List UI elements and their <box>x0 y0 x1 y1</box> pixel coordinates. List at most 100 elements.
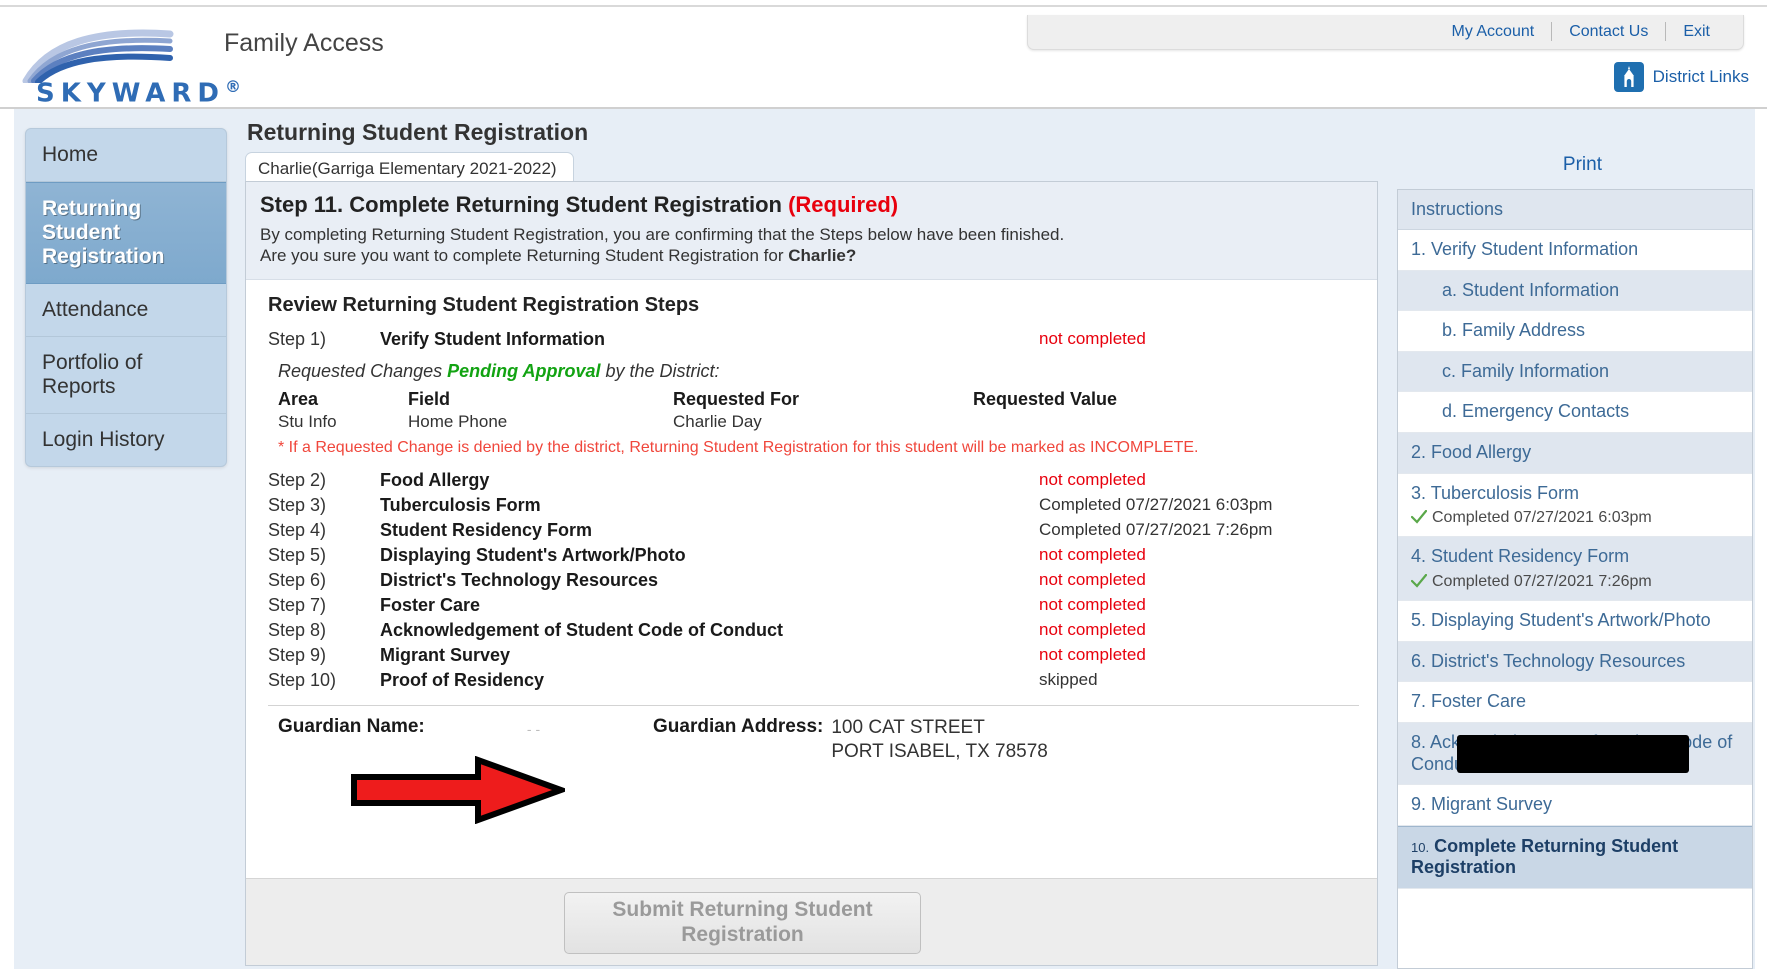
column-header-area: Area <box>278 388 319 409</box>
guardian-name-value: - - <box>523 720 544 737</box>
instructions-item-current[interactable]: 10. Complete Returning Student Registrat… <box>1398 825 1752 889</box>
step-name: Acknowledgement of Student Code of Condu… <box>380 619 783 640</box>
sidebar-item-portfolio-of-reports[interactable]: Portfolio of Reports <box>26 337 226 414</box>
step-name: Student Residency Form <box>380 519 593 540</box>
instructions-item-completed: Completed 07/27/2021 7:26pm <box>1411 572 1739 591</box>
instructions-item-3[interactable]: b. Family Address <box>1398 311 1752 352</box>
step-number: Step 7) <box>268 594 327 615</box>
instructions-item-label: 2. Food Allergy <box>1411 441 1532 462</box>
sidebar-item-home[interactable]: Home <box>26 129 226 182</box>
print-link[interactable]: Print <box>1563 154 1602 176</box>
account-links: My Account Contact Us Exit <box>1434 22 1727 41</box>
denied-change-note: * If a Requested Change is denied by the… <box>278 438 1199 456</box>
instructions-item-6[interactable]: 2. Food Allergy <box>1398 432 1752 474</box>
instructions-item-label: 1. Verify Student Information <box>1411 239 1639 259</box>
step-status: skipped <box>1039 669 1098 689</box>
table-row: Step 7) Foster Care not completed <box>268 593 1359 618</box>
step-status: not completed <box>1039 569 1146 589</box>
instructions-item-label: c. Family Information <box>1442 360 1610 381</box>
instructions-item-5[interactable]: d. Emergency Contacts <box>1398 392 1752 433</box>
guardian-address-line-2: PORT ISABEL, TX 78578 <box>831 740 1048 762</box>
table-row: Step 3) Tuberculosis Form Completed 07/27/… <box>268 493 1359 518</box>
instructions-item-13[interactable]: 9. Migrant Survey <box>1398 785 1752 826</box>
skyward-wordmark: SKYWARD® <box>36 77 247 109</box>
instructions-item-completed-text: Completed 07/27/2021 7:26pm <box>1432 572 1652 590</box>
step-status: not completed <box>1039 328 1146 348</box>
instructions-item-label: b. Family Address <box>1442 320 1586 341</box>
sidebar-item-login-history[interactable]: Login History <box>26 414 226 466</box>
instructions-item-10[interactable]: 6. District's Technology Resources <box>1398 641 1752 683</box>
redaction-box <box>1457 735 1689 773</box>
sidebar-item-attendance[interactable]: Attendance <box>26 284 226 337</box>
table-row: Step 9) Migrant Survey not completed <box>268 643 1359 668</box>
guardian-address-label: Guardian Address: <box>653 715 824 737</box>
requested-changes-table: Area Field Requested For Requested Value… <box>278 388 1369 433</box>
step-status: not completed <box>1039 544 1146 564</box>
column-header-requested-for: Requested For <box>673 388 800 409</box>
cell-requested-value <box>973 411 1369 433</box>
step-number: Step 4) <box>268 519 327 540</box>
step-name: Migrant Survey <box>380 644 511 665</box>
step-number: Step 5) <box>268 544 327 565</box>
guardian-address-block: Guardian Address: 100 CAT STREET PORT IS… <box>653 716 1048 765</box>
intro-line-2-text: Are you sure you want to complete Return… <box>260 246 789 266</box>
pending-approval-badge: Pending Approval <box>447 360 601 381</box>
instructions-item-completed: Completed 07/27/2021 6:03pm <box>1411 508 1739 527</box>
instructions-current-number: 10. <box>1411 839 1430 855</box>
step-status: not completed <box>1039 619 1146 639</box>
step-name: Proof of Residency <box>380 669 545 690</box>
step-status: not completed <box>1039 644 1146 664</box>
intro-line-1: By completing Returning Student Registra… <box>260 225 1065 244</box>
skyward-swoosh-icon <box>22 29 174 83</box>
page-title: Returning Student Registration <box>247 119 589 145</box>
main-navigation: Home Returning Student Registration Atte… <box>25 128 227 467</box>
instructions-item-4[interactable]: c. Family Information <box>1398 351 1752 393</box>
table-row: Step 1) Verify Student Information not c… <box>268 327 1359 352</box>
contact-us-link[interactable]: Contact Us <box>1552 23 1665 41</box>
step-status: Completed 07/27/2021 7:26pm <box>1039 519 1273 539</box>
step-status: not completed <box>1039 594 1146 614</box>
cell-area: Stu Info <box>278 411 337 431</box>
instructions-item-1[interactable]: 1. Verify Student Information <box>1398 230 1752 271</box>
steps-list-table: Step 2) Food Allergy not completed Step 3) T… <box>268 468 1359 693</box>
table-header-row: Area Field Requested For Requested Value <box>278 388 1369 411</box>
column-header-requested-value: Requested Value <box>973 388 1118 409</box>
pending-pre-text: Requested Changes <box>278 360 448 381</box>
my-account-link[interactable]: My Account <box>1434 23 1551 41</box>
app-window: SKYWARD® Family Access My Account Contac… <box>0 0 1767 969</box>
step-name: Food Allergy <box>380 469 490 490</box>
instructions-current-label: Complete Returning Student Registration <box>1411 835 1679 878</box>
table-row: Step 10) Proof of Residency skipped <box>268 668 1359 693</box>
exit-link[interactable]: Exit <box>1666 23 1727 41</box>
district-links-label: District Links <box>1652 67 1749 86</box>
skyward-logo[interactable]: SKYWARD® <box>18 25 241 109</box>
instructions-item-label: 4. Student Residency Form <box>1411 546 1630 567</box>
instructions-item-9[interactable]: 5. Displaying Student's Artwork/Photo <box>1398 601 1752 642</box>
table-row: Step 8) Acknowledgement of Student Code o… <box>268 618 1359 643</box>
instructions-item-completed-text: Completed 07/27/2021 6:03pm <box>1432 509 1652 527</box>
checkmark-icon <box>1411 574 1427 588</box>
step-heading-text: Step 11. Complete Returning Student Regi… <box>260 192 782 217</box>
step-status: not completed <box>1039 469 1146 489</box>
instructions-item-11[interactable]: 7. Foster Care <box>1398 682 1752 723</box>
step-name: Verify Student Information <box>380 328 606 349</box>
tab-student-charlie[interactable]: Charlie(Garriga Elementary 2021-2022) <box>245 152 574 184</box>
instructions-item-label: 6. District's Technology Resources <box>1411 650 1686 671</box>
instructions-item-8[interactable]: 4. Student Residency Form Completed 07/27… <box>1398 537 1752 602</box>
instructions-item-7[interactable]: 3. Tuberculosis Form Completed 07/27/2021… <box>1398 474 1752 538</box>
instructions-item-label: 5. Displaying Student's Artwork/Photo <box>1411 610 1711 631</box>
account-bar: My Account Contact Us Exit <box>1027 15 1744 50</box>
instructions-item-label: a. Student Information <box>1442 279 1620 300</box>
sidebar-item-returning-student-registration[interactable]: Returning Student Registration <box>26 181 226 284</box>
step-number: Step 6) <box>268 569 327 590</box>
card-header: Step 11. Complete Returning Student Regi… <box>246 182 1377 280</box>
card-body: Review Returning Student Registration St… <box>246 280 1377 765</box>
district-links-button[interactable]: District Links <box>1613 62 1749 92</box>
submit-returning-student-registration-button[interactable]: Submit Returning Student Registration <box>564 892 921 954</box>
instructions-item-2[interactable]: a. Student Information <box>1398 270 1752 312</box>
guardian-name-label: Guardian Name: <box>278 715 425 737</box>
required-badge: (Required) <box>788 192 899 217</box>
page-body: Home Returning Student Registration Atte… <box>0 109 1767 969</box>
pending-approval-line: Requested Changes Pending Approval by th… <box>278 361 1359 382</box>
table-row: Step 5) Displaying Student's Artwork/Phot… <box>268 543 1359 568</box>
